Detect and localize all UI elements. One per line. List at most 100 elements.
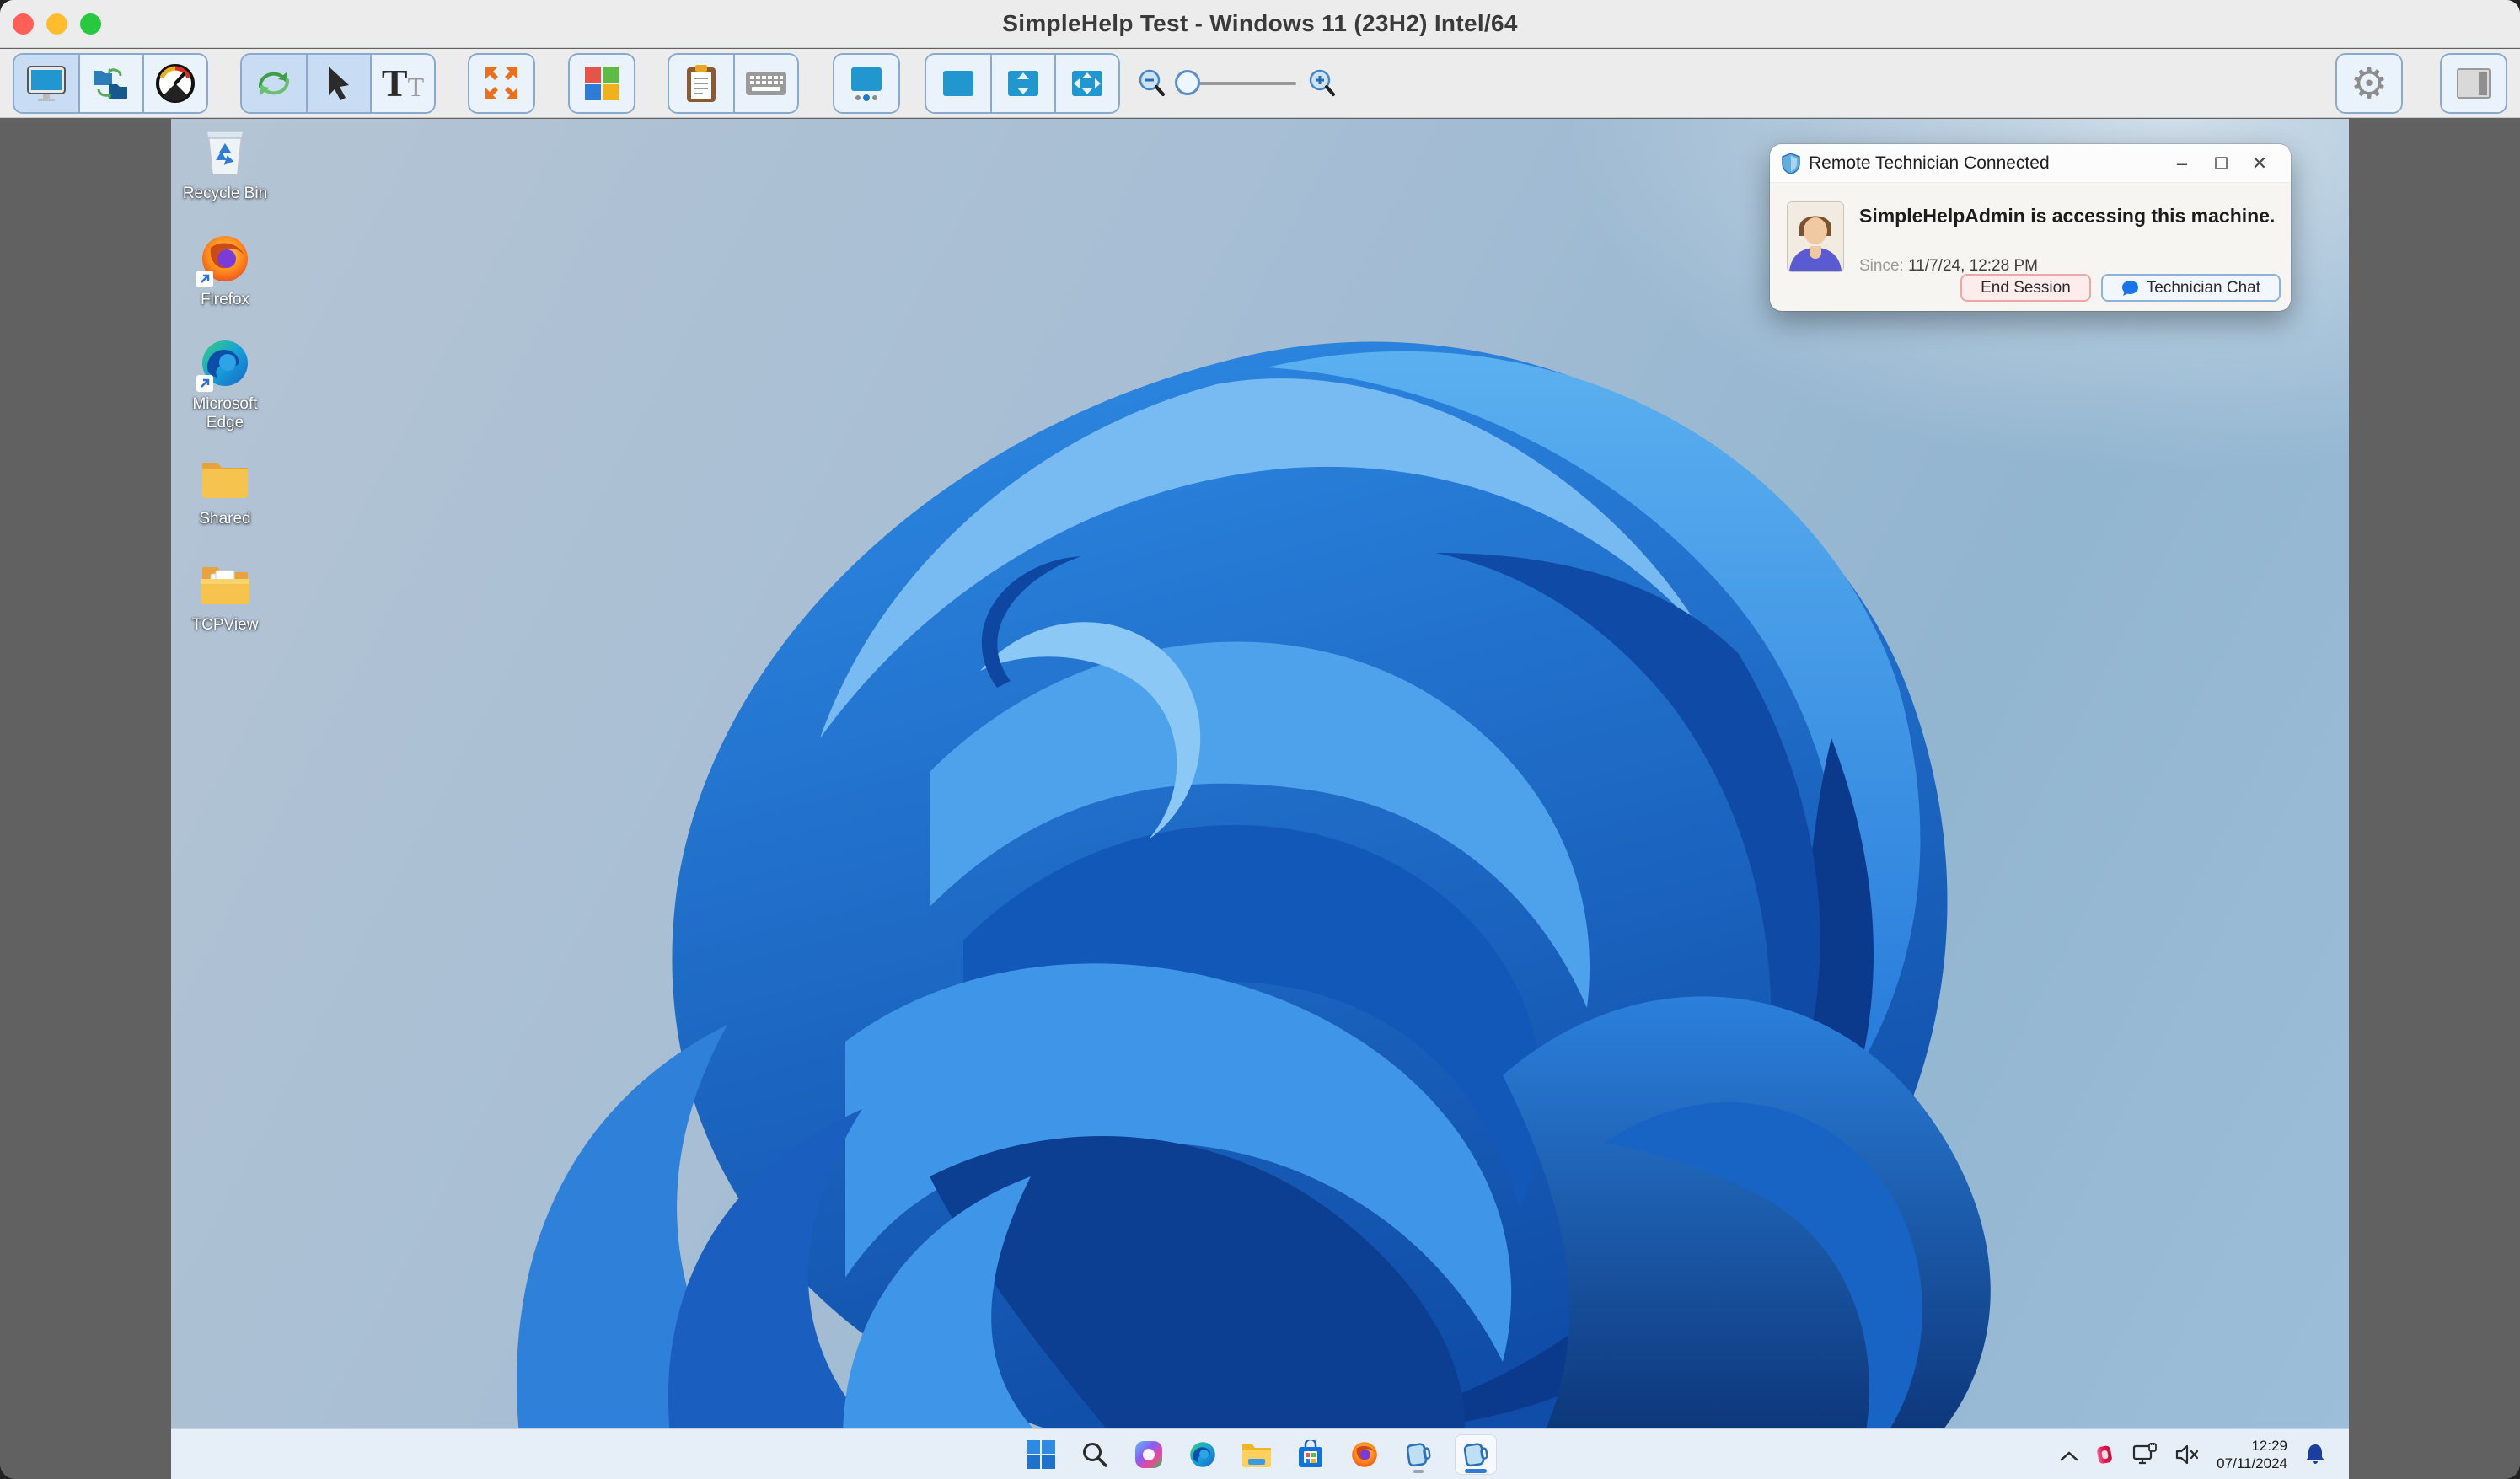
toolbar-group-view [13,53,208,114]
toolbar: TT [0,49,2520,118]
tray-date: 07/11/2024 [2217,1455,2287,1472]
diagnostics-button[interactable] [142,55,206,112]
desktop-icon-label: Microsoft Edge [176,395,274,432]
zoom-out-icon[interactable] [1138,68,1166,99]
copilot-button[interactable] [1131,1434,1166,1475]
speedometer-icon [155,63,196,104]
minimize-window-button[interactable] [46,13,67,35]
app-window: SimpleHelp Test - Windows 11 (23H2) Inte… [0,0,2520,1479]
refresh-button[interactable] [242,55,306,112]
mouse-control-button[interactable] [306,55,370,112]
screen-fit-vertical-icon [1004,67,1043,100]
window-title: SimpleHelp Test - Windows 11 (23H2) Inte… [1002,10,1517,37]
zoom-window-button[interactable] [80,13,101,35]
remote-screen-button[interactable] [14,55,78,112]
dialog-title: Remote Technician Connected [1809,153,2163,174]
since-value: 11/7/24, 12:28 PM [1908,257,2038,275]
simplehelp-tray-icon[interactable] [2095,1443,2115,1466]
edge-icon [1188,1440,1217,1469]
copilot-icon [1134,1440,1163,1469]
edge-taskbar-button[interactable] [1185,1434,1220,1475]
side-panel-button[interactable] [2442,55,2506,112]
simplehelp-icon [1461,1440,1490,1469]
toolbar-group-clipboard [668,53,799,114]
network-display-icon[interactable] [2132,1443,2158,1466]
shield-icon [1782,153,1800,174]
dialog-buttons: End Session Technician Chat [1960,274,2281,302]
dialog-maximize-button[interactable] [2201,149,2240,178]
end-session-button[interactable]: End Session [1960,274,2091,302]
system-tray: 12:29 07/11/2024 [2060,1429,2326,1479]
windows-logo-icon [583,65,620,102]
volume-muted-icon[interactable] [2174,1444,2200,1466]
windows-key-button[interactable] [570,55,634,112]
monitor-icon [26,65,67,102]
desktop-icon-edge[interactable]: Microsoft Edge [176,336,274,432]
folder-icon [199,456,251,500]
refresh-arrows-icon [254,65,294,102]
active-indicator [1465,1469,1487,1473]
gear-icon: ⚙ [2351,62,2389,104]
desktop-icon-label: Firefox [201,291,249,309]
desktop-icon-shared[interactable]: Shared [176,451,274,528]
toolbar-group-input: TT [240,53,436,114]
recycle-bin-icon [201,126,249,179]
folder-files-icon [199,562,251,606]
dialog-minimize-button[interactable]: – [2163,149,2201,178]
monitor-dots-icon [845,64,887,103]
toolbar-group-scaling [925,53,1120,114]
firefox-taskbar-button[interactable] [1347,1434,1382,1475]
tray-clock[interactable]: 12:29 07/11/2024 [2217,1437,2287,1473]
simplehelp-taskbar-button[interactable] [1401,1434,1436,1475]
toolbar-right: ⚙ [2335,53,2507,114]
search-button[interactable] [1077,1434,1113,1475]
simplehelp-icon [1404,1440,1433,1469]
windows-bloom-wallpaper [424,233,2076,1479]
technician-chat-label: Technician Chat [2147,279,2260,297]
dialog-close-button[interactable]: ✕ [2240,149,2279,178]
zoom-slider-handle[interactable] [1175,70,1200,95]
desktop-icon-tcpview[interactable]: TCPView [176,557,274,635]
fullscreen-button[interactable] [469,55,533,112]
firefox-icon [1350,1440,1379,1469]
simplehelp-active-button[interactable] [1455,1434,1497,1475]
actual-size-button[interactable] [926,55,990,112]
remote-desktop[interactable]: Recycle Bin Firefox [171,119,2349,1479]
remote-viewport: Recycle Bin Firefox [0,119,2520,1479]
zoom-in-icon[interactable] [1308,68,1337,99]
toolbar-group-monitors [833,53,900,114]
toolbar-group-settings: ⚙ [2335,53,2403,114]
microsoft-store-button[interactable] [1293,1434,1328,1475]
settings-button[interactable]: ⚙ [2337,55,2401,112]
desktop-icon-firefox[interactable]: Firefox [176,232,274,309]
virtual-keyboard-button[interactable] [733,55,797,112]
dialog-titlebar[interactable]: Remote Technician Connected – ✕ [1770,144,2291,183]
shortcut-arrow-badge [196,375,213,392]
dialog-body: SimpleHelpAdmin is accessing this machin… [1770,183,2291,310]
windows-taskbar: 12:29 07/11/2024 [171,1428,2349,1479]
maximize-icon [2215,157,2228,169]
screen-fit-all-icon [1067,67,1107,100]
technician-chat-button[interactable]: Technician Chat [2101,274,2281,302]
clipboard-button[interactable] [669,55,733,112]
microsoft-store-icon [1297,1440,1324,1469]
zoom-slider[interactable] [1178,82,1296,85]
text-Tt-icon: TT [382,64,424,103]
desktop-icon-recycle-bin[interactable]: Recycle Bin [176,126,274,203]
screen-actual-icon [939,68,978,99]
text-input-button[interactable]: TT [370,55,434,112]
close-window-button[interactable] [13,13,34,35]
tray-time: 12:29 [2217,1437,2287,1455]
desktop-icon-label: TCPView [192,616,259,635]
notification-bell-icon[interactable] [2304,1443,2326,1466]
fit-vertical-button[interactable] [990,55,1054,112]
start-icon [1027,1440,1055,1469]
file-transfer-button[interactable] [78,55,142,112]
start-button[interactable] [1023,1434,1059,1475]
file-explorer-button[interactable] [1239,1434,1274,1475]
chat-bubble-icon [2121,280,2139,297]
fit-screen-button[interactable] [1054,55,1118,112]
tray-chevron-icon[interactable] [2060,1445,2078,1467]
dialog-since: Since: 11/7/24, 12:28 PM [1859,257,2038,276]
monitor-select-button[interactable] [834,55,898,112]
